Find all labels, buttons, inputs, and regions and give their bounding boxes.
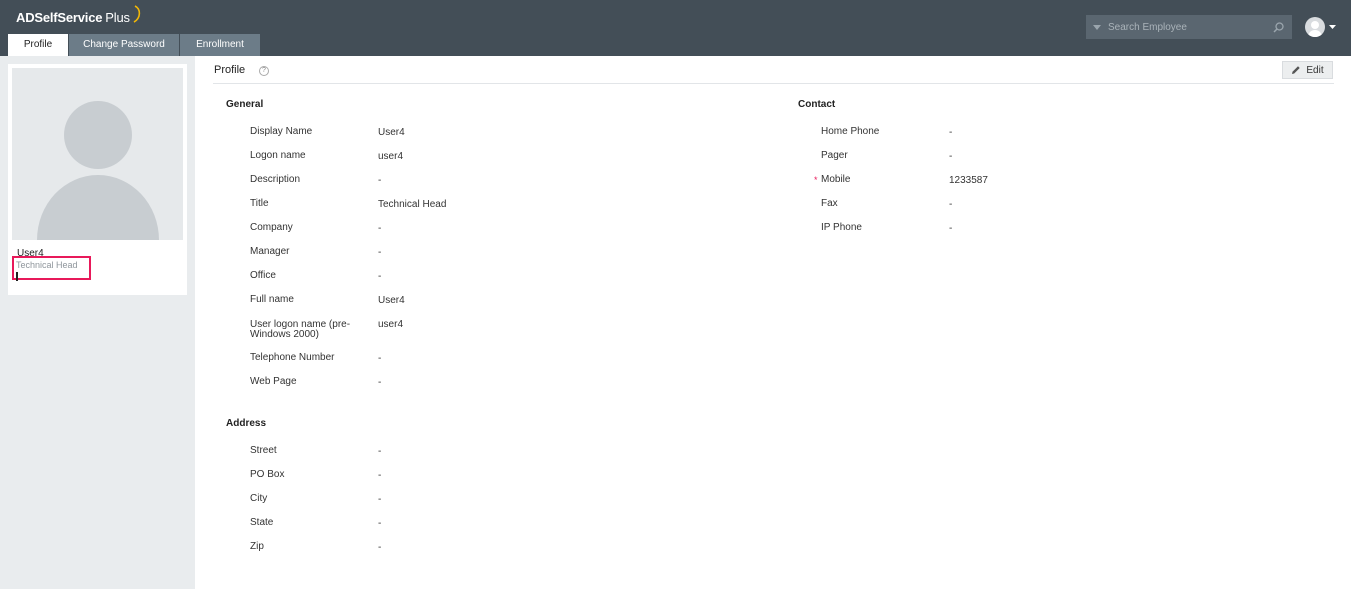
field-label-description: Description <box>250 174 301 185</box>
field-label-display-name: Display Name <box>250 126 313 137</box>
field-label-company: Company <box>250 222 293 233</box>
section-address-heading: Address <box>226 418 267 429</box>
field-value-logon-name: user4 <box>378 151 404 162</box>
field-label-mobile: Mobile <box>821 174 851 185</box>
search-icon <box>1272 21 1284 33</box>
logo-text: ADSelfService Plus <box>16 9 130 25</box>
field-label-zip: Zip <box>250 541 264 552</box>
main-tabs: Profile Change Password Enrollment <box>8 34 261 56</box>
field-label-full-name: Full name <box>250 294 294 305</box>
field-label-office: Office <box>250 270 276 281</box>
edit-button-label: Edit <box>1306 64 1324 76</box>
page-title: Profile <box>214 64 246 76</box>
field-label-fax: Fax <box>821 198 838 209</box>
field-value-street: - <box>378 446 382 457</box>
tab-enrollment[interactable]: Enrollment <box>180 34 260 56</box>
user-menu[interactable] <box>1305 17 1336 37</box>
field-value-mobile: 1233587 <box>949 175 988 186</box>
field-value-display-name: User4 <box>378 127 405 138</box>
edit-button[interactable]: Edit <box>1282 61 1333 79</box>
field-label-city: City <box>250 493 268 504</box>
field-label-logon-name: Logon name <box>250 150 306 161</box>
field-value-zip: - <box>378 542 382 553</box>
field-label-manager: Manager <box>250 246 290 257</box>
profile-panel: Profile ? Edit General Display Name User… <box>195 56 1351 589</box>
search-input[interactable] <box>1108 16 1264 38</box>
field-value-city: - <box>378 494 382 505</box>
field-value-office: - <box>378 271 382 282</box>
field-value-ip-phone: - <box>949 223 953 234</box>
field-label-street: Street <box>250 445 277 456</box>
field-value-company: - <box>378 223 382 234</box>
help-icon[interactable]: ? <box>259 66 269 76</box>
field-value-pre-win2000-logon: user4 <box>378 319 404 330</box>
employee-search <box>1086 15 1292 39</box>
field-value-title: Technical Head <box>378 199 447 210</box>
search-button[interactable] <box>1264 21 1292 33</box>
cursor-mark <box>16 272 18 281</box>
caret-down-icon <box>1093 24 1101 30</box>
field-value-web-page: - <box>378 377 382 388</box>
field-label-po-box: PO Box <box>250 469 285 480</box>
highlight-box <box>12 256 91 280</box>
user-placeholder-icon <box>12 68 183 240</box>
field-label-pre-win2000-logon-line2: Windows 2000) <box>250 329 319 340</box>
tab-profile[interactable]: Profile <box>8 34 68 56</box>
field-value-fax: - <box>949 199 953 210</box>
section-general-heading: General <box>226 99 264 110</box>
top-header: ADSelfService Plus Profile Change Passwor… <box>0 0 1351 56</box>
section-contact-heading: Contact <box>798 99 836 110</box>
field-value-full-name: User4 <box>378 295 405 306</box>
pencil-icon <box>1292 66 1301 74</box>
user-avatar-icon <box>1305 17 1325 37</box>
field-value-manager: - <box>378 247 382 258</box>
divider <box>213 83 1334 84</box>
field-label-state: State <box>250 517 274 528</box>
field-label-pager: Pager <box>821 150 848 161</box>
field-label-title: Title <box>250 198 269 209</box>
field-label-telephone: Telephone Number <box>250 352 335 363</box>
field-value-home-phone: - <box>949 127 953 138</box>
caret-down-icon <box>1329 25 1336 29</box>
field-value-telephone: - <box>378 353 382 364</box>
field-value-description: - <box>378 175 382 186</box>
field-value-po-box: - <box>378 470 382 481</box>
field-label-home-phone: Home Phone <box>821 126 880 137</box>
logo-arc-icon <box>133 5 140 23</box>
search-filter-dropdown[interactable] <box>1086 24 1108 30</box>
tab-change-password[interactable]: Change Password <box>69 34 179 56</box>
field-label-web-page: Web Page <box>250 376 297 387</box>
field-label-ip-phone: IP Phone <box>821 222 862 233</box>
required-asterisk: * <box>814 175 818 185</box>
profile-photo <box>12 68 183 240</box>
field-value-state: - <box>378 518 382 529</box>
app-logo: ADSelfService Plus <box>16 5 142 28</box>
field-value-pager: - <box>949 151 953 162</box>
